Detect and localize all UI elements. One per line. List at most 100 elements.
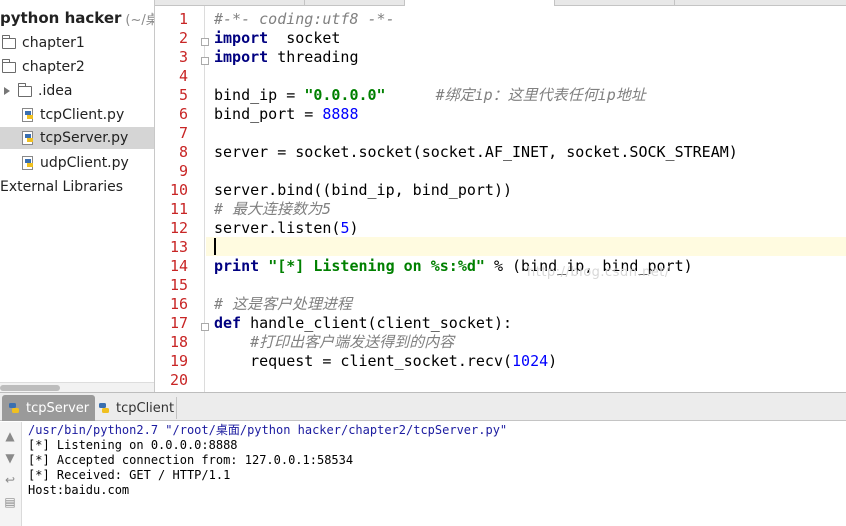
line-number: 6 bbox=[178, 105, 188, 123]
code-line-8: server = socket.socket(socket.AF_INET, s… bbox=[214, 143, 738, 162]
tree-horizontal-scrollbar[interactable] bbox=[0, 382, 154, 392]
line-number: 15 bbox=[169, 276, 188, 294]
code-text: request = client_socket.recv( bbox=[214, 352, 513, 370]
fold-marker-icon[interactable] bbox=[201, 323, 209, 331]
tree-item-tcpserver[interactable]: tcpServer.py bbox=[0, 127, 154, 149]
python-file-icon bbox=[22, 155, 35, 171]
scroll-down-icon[interactable]: ▼ bbox=[2, 450, 18, 466]
code-text: ) bbox=[548, 352, 558, 370]
code-comment: #绑定ip：这里代表任何ip地址 bbox=[435, 86, 646, 104]
line-number: 12 bbox=[169, 219, 188, 237]
python-run-icon bbox=[98, 401, 111, 416]
code-comment: #打印出客户端发送得到的内容 bbox=[214, 333, 455, 351]
code-comment: # 这是客户处理进程 bbox=[214, 295, 353, 313]
project-root[interactable]: python hacker (~/桌面 bbox=[0, 7, 154, 29]
expand-arrow-icon[interactable] bbox=[4, 87, 10, 95]
code-line-18: #打印出客户端发送得到的内容 bbox=[214, 333, 454, 352]
text-caret bbox=[214, 238, 216, 255]
tree-item-label: udpClient.py bbox=[40, 155, 129, 171]
line-number: 3 bbox=[178, 48, 188, 66]
scroll-up-icon[interactable]: ▲ bbox=[2, 428, 18, 444]
tree-item-label: tcpServer.py bbox=[40, 130, 129, 146]
code-editor[interactable]: 1 2 3 4 5 6 7 8 9 10 11 12 13 14 15 16 1… bbox=[155, 0, 846, 392]
tree-item-udpclient[interactable]: udpClient.py bbox=[22, 152, 129, 174]
console-line: [*] Listening on 0.0.0.0:8888 bbox=[28, 438, 238, 452]
run-tab-tcpclient[interactable]: tcpClient bbox=[92, 395, 180, 421]
code-line-6: bind_port = 8888 bbox=[214, 105, 359, 124]
run-tab-label: tcpServer bbox=[26, 400, 90, 416]
code-keyword: import bbox=[214, 48, 269, 66]
console-line: Host:baidu.com bbox=[28, 483, 130, 497]
print-icon[interactable]: ▤ bbox=[2, 494, 18, 510]
tree-item-label: chapter2 bbox=[22, 59, 85, 75]
tree-item-label: .idea bbox=[38, 83, 73, 99]
run-panel: tcpServer tcpClient ▲ ▼ ↩ ▤ /usr/bin/pyt… bbox=[0, 392, 846, 526]
code-line-5: bind_ip = "0.0.0.0" #绑定ip：这里代表任何ip地址 bbox=[214, 86, 646, 105]
line-number: 14 bbox=[169, 257, 188, 275]
python-file-icon bbox=[22, 107, 35, 123]
code-area[interactable]: #-*- coding:utf8 -*- import socket impor… bbox=[214, 0, 846, 392]
tree-item-external-libraries[interactable]: External Libraries bbox=[0, 176, 123, 198]
code-string: "0.0.0.0" bbox=[304, 86, 386, 104]
python-file-icon bbox=[22, 130, 35, 146]
tree-item-tcpclient[interactable]: tcpClient.py bbox=[22, 104, 124, 126]
line-number: 7 bbox=[178, 124, 188, 142]
line-number: 17 bbox=[169, 314, 188, 332]
folder-icon bbox=[1, 34, 16, 49]
line-number: 20 bbox=[169, 371, 188, 389]
run-tab-tcpserver[interactable]: tcpServer bbox=[2, 395, 96, 421]
tab-divider bbox=[176, 397, 177, 419]
code-comment: # 最大连接数为5 bbox=[214, 200, 332, 218]
tree-item-chapter1[interactable]: chapter1 bbox=[1, 32, 85, 54]
code-number: 8888 bbox=[322, 105, 359, 123]
code-line-3: import threading bbox=[214, 48, 359, 67]
line-number: 8 bbox=[178, 143, 188, 161]
code-text: server = socket.socket(socket.AF_INET, s… bbox=[214, 143, 738, 161]
line-number: 16 bbox=[169, 295, 188, 313]
line-number: 2 bbox=[178, 29, 188, 47]
console-line: [*] Received: GET / HTTP/1.1 bbox=[28, 468, 231, 482]
scrollbar-thumb[interactable] bbox=[0, 385, 60, 391]
fold-marker-icon[interactable] bbox=[201, 38, 209, 46]
soft-wrap-icon[interactable]: ↩ bbox=[2, 472, 18, 488]
code-line-12: server.listen(5) bbox=[214, 219, 359, 238]
code-text: handle_client(client_socket): bbox=[241, 314, 513, 332]
tree-item-label: chapter1 bbox=[22, 35, 85, 51]
fold-marker-icon[interactable] bbox=[201, 57, 209, 65]
tree-item-chapter2[interactable]: chapter2 bbox=[1, 56, 85, 78]
code-string: "[*] Listening on %s:%d" bbox=[268, 257, 485, 275]
code-line-2: import socket bbox=[214, 29, 340, 48]
code-comment: #-*- coding:utf8 -*- bbox=[214, 10, 395, 28]
folder-icon bbox=[1, 58, 16, 73]
line-number: 11 bbox=[169, 200, 188, 218]
code-text: threading bbox=[268, 48, 359, 66]
line-number: 9 bbox=[178, 162, 188, 180]
code-text: socket bbox=[268, 29, 341, 47]
run-tab-label: tcpClient bbox=[116, 400, 175, 416]
console-line: [*] Accepted connection from: 127.0.0.1:… bbox=[28, 453, 354, 467]
line-number: 13 bbox=[169, 238, 188, 256]
line-number-gutter: 1 2 3 4 5 6 7 8 9 10 11 12 13 14 15 16 1… bbox=[155, 6, 209, 392]
code-text: server.listen( bbox=[214, 219, 341, 237]
line-number: 10 bbox=[169, 181, 188, 199]
code-line-10: server.bind((bind_ip, bind_port)) bbox=[214, 181, 512, 200]
run-toolbar: ▲ ▼ ↩ ▤ bbox=[0, 422, 22, 526]
code-keyword: print bbox=[214, 257, 260, 275]
python-run-icon bbox=[8, 401, 21, 416]
line-number: 1 bbox=[178, 10, 188, 28]
code-text: bind_ip = bbox=[214, 86, 305, 104]
tree-item-idea[interactable]: .idea bbox=[4, 80, 72, 102]
tree-item-label: tcpClient.py bbox=[40, 107, 125, 123]
code-line-17: def handle_client(client_socket): bbox=[214, 314, 512, 333]
console-output[interactable]: /usr/bin/python2.7 "/root/桌面/python hack… bbox=[28, 423, 838, 498]
code-keyword: import bbox=[214, 29, 269, 47]
code-text: server.bind((bind_ip, bind_port)) bbox=[214, 181, 513, 199]
code-line-19: request = client_socket.recv(1024) bbox=[214, 352, 557, 371]
code-line-11: # 最大连接数为5 bbox=[214, 200, 331, 219]
code-line-1: #-*- coding:utf8 -*- bbox=[214, 10, 395, 29]
line-number: 5 bbox=[178, 86, 188, 104]
tree-item-label: External Libraries bbox=[0, 179, 123, 195]
line-number: 18 bbox=[169, 333, 188, 351]
code-text: ) bbox=[349, 219, 359, 237]
folder-icon bbox=[17, 82, 32, 97]
